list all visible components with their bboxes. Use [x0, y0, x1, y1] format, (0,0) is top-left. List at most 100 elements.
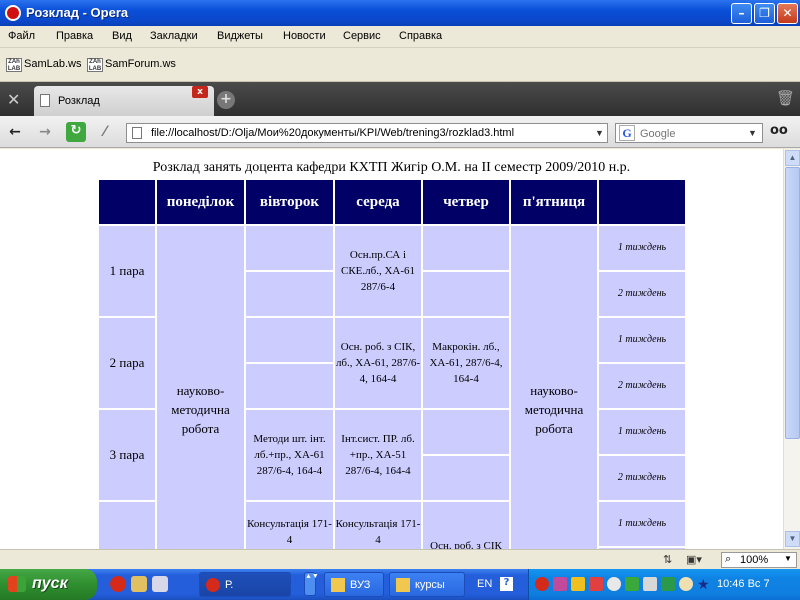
- menu-bar: Файл Правка Вид Закладки Виджеты Новости…: [0, 26, 800, 48]
- opera-quicklaunch-icon[interactable]: [110, 576, 126, 592]
- document-icon: [40, 94, 50, 107]
- clock[interactable]: 10:46 Вс 7: [717, 578, 770, 590]
- wednesday-pair3: Інт.сист. ПР. лб. +пр., ХА-51 287/6-4, 1…: [335, 410, 421, 500]
- friday-cell: науково-методична робота: [511, 226, 597, 549]
- window-title: Розклад - Opera: [26, 5, 129, 20]
- pair-label: 2 пара: [99, 318, 155, 408]
- scroll-up-icon[interactable]: ▲: [785, 150, 800, 166]
- volume-icon[interactable]: [679, 577, 693, 591]
- search-dropdown-icon[interactable]: ▼: [748, 125, 760, 141]
- header-week: [599, 180, 685, 224]
- tuesday-pair3: Методи шт. інт. лб.+пр., ХА-61 287/6-4, …: [246, 410, 333, 500]
- empty-cell: [246, 226, 333, 270]
- zoom-dropdown-icon[interactable]: ▼: [784, 554, 792, 563]
- page-caption: Розклад занять доцента кафедри КХТП Жигі…: [152, 160, 631, 175]
- tool-tray-icon[interactable]: [661, 577, 675, 591]
- url-text: file://localhost/D:/Olja/Мои%20документы…: [151, 127, 515, 139]
- cancel-icon[interactable]: [607, 577, 621, 591]
- task-folder-kursy[interactable]: курсы: [389, 572, 465, 597]
- week-label: 1 тиждень: [599, 410, 685, 454]
- task-scroll-icon[interactable]: ▲▼: [304, 572, 319, 596]
- tuesday-pair4: Консультація 171-4: [246, 502, 333, 549]
- tab-rozklad[interactable]: Розклад x: [34, 86, 214, 116]
- menu-widgets[interactable]: Виджеты: [217, 30, 263, 42]
- week-label: 2 тиждень: [599, 272, 685, 316]
- google-icon[interactable]: G: [619, 125, 635, 141]
- shield-icon[interactable]: [571, 577, 585, 591]
- search-box[interactable]: G ▼: [615, 123, 763, 143]
- language-indicator[interactable]: EN: [477, 578, 492, 590]
- empty-cell: [423, 226, 509, 270]
- scroll-thumb[interactable]: [785, 167, 800, 439]
- back-arrow-icon[interactable]: ←: [6, 123, 24, 141]
- scroll-down-icon[interactable]: ▼: [785, 531, 800, 547]
- start-button[interactable]: пуск: [0, 569, 97, 600]
- trash-icon[interactable]: 🗑: [776, 89, 795, 109]
- app-tray-icon[interactable]: [553, 577, 567, 591]
- menu-help[interactable]: Справка: [399, 30, 442, 42]
- star-icon[interactable]: ★: [697, 577, 711, 591]
- opera-task-icon: [206, 578, 220, 592]
- menu-view[interactable]: Вид: [112, 30, 132, 42]
- empty-cell: [246, 272, 333, 316]
- week-label: 1 тиждень: [599, 502, 685, 546]
- menu-edit[interactable]: Правка: [56, 30, 93, 42]
- header-day: п'ятниця: [511, 180, 597, 224]
- antivirus-icon[interactable]: [589, 577, 603, 591]
- reload-icon[interactable]: ↻: [66, 122, 86, 142]
- maximize-button[interactable]: ❐: [754, 3, 775, 24]
- app-quicklaunch-icon[interactable]: [131, 576, 147, 592]
- zoom-value: 100%: [740, 554, 769, 566]
- header-corner: [99, 180, 155, 224]
- search-input[interactable]: [640, 126, 745, 141]
- new-tab-button[interactable]: +: [217, 91, 235, 109]
- zoom-control[interactable]: ⌕ 100% ▼: [721, 552, 797, 568]
- opera-tray-icon[interactable]: [535, 577, 549, 591]
- menu-tools[interactable]: Сервис: [343, 30, 381, 42]
- system-tray: EN ? ★ 10:46 Вс 7: [477, 569, 800, 600]
- empty-cell: [246, 364, 333, 408]
- task-opera[interactable]: Р.: [199, 572, 291, 597]
- vertical-scrollbar[interactable]: ▲ ▼: [783, 149, 800, 549]
- help-icon[interactable]: ?: [500, 577, 513, 591]
- menu-file[interactable]: Файл: [8, 30, 35, 42]
- camera-icon[interactable]: ▣▾: [686, 553, 702, 566]
- tab-bar: ✕ Розклад x + 🗑: [0, 82, 800, 116]
- empty-cell: [246, 318, 333, 362]
- menu-news[interactable]: Новости: [283, 30, 326, 42]
- glasses-icon[interactable]: oo: [770, 123, 788, 138]
- wednesday-pair1: Осн.пр.СА і СКЕ.лб., ХА-61 287/6-4: [335, 226, 421, 316]
- status-bar: ⇅ ▣▾ ⌕ 100% ▼: [0, 549, 800, 569]
- wand-icon[interactable]: ⁄: [96, 123, 114, 141]
- close-window-button[interactable]: ✕: [777, 3, 798, 24]
- thursday-pair2: Макрокін. лб., ХА-61, 287/6-4, 164-4: [423, 318, 509, 408]
- header-day: понеділок: [157, 180, 244, 224]
- week-label: 1 тиждень: [599, 318, 685, 362]
- empty-cell: [423, 272, 509, 316]
- opera-logo-icon: [5, 5, 21, 21]
- url-dropdown-icon[interactable]: ▼: [592, 125, 607, 141]
- minimize-button[interactable]: –: [731, 3, 752, 24]
- task-folder-vuz[interactable]: ВУЗ: [324, 572, 384, 597]
- empty-cell: [423, 456, 509, 500]
- pair-label: 1 пара: [99, 226, 155, 316]
- zoom-icon: ⌕: [725, 553, 732, 565]
- forward-arrow-icon[interactable]: →: [36, 123, 54, 141]
- samforum-icon: ZAh LAB: [87, 58, 103, 72]
- keyboard-icon[interactable]: [643, 577, 657, 591]
- header-day: четвер: [423, 180, 509, 224]
- header-day: середа: [335, 180, 421, 224]
- table-row: 1 пара науково-методична робота Осн.пр.С…: [99, 226, 685, 549]
- address-field[interactable]: file://localhost/D:/Olja/Мои%20документы…: [126, 123, 608, 143]
- monday-cell: науково-методична робота: [157, 226, 244, 549]
- wednesday-pair2: Осн. роб. з СІК, лб., ХА-61, 287/6-4, 16…: [335, 318, 421, 408]
- tab-label: Розклад: [58, 95, 100, 107]
- windows-logo-icon: [8, 576, 26, 592]
- window-title-bar[interactable]: Розклад - Opera – ❐ ✕: [0, 0, 800, 26]
- network-icon[interactable]: ⇅: [663, 553, 672, 566]
- tools-icon[interactable]: ✕: [7, 90, 27, 110]
- network-tray-icon[interactable]: [625, 577, 639, 591]
- menu-bookmarks[interactable]: Закладки: [150, 30, 198, 42]
- close-tab-icon[interactable]: x: [192, 86, 208, 98]
- window-quicklaunch-icon[interactable]: [152, 576, 168, 592]
